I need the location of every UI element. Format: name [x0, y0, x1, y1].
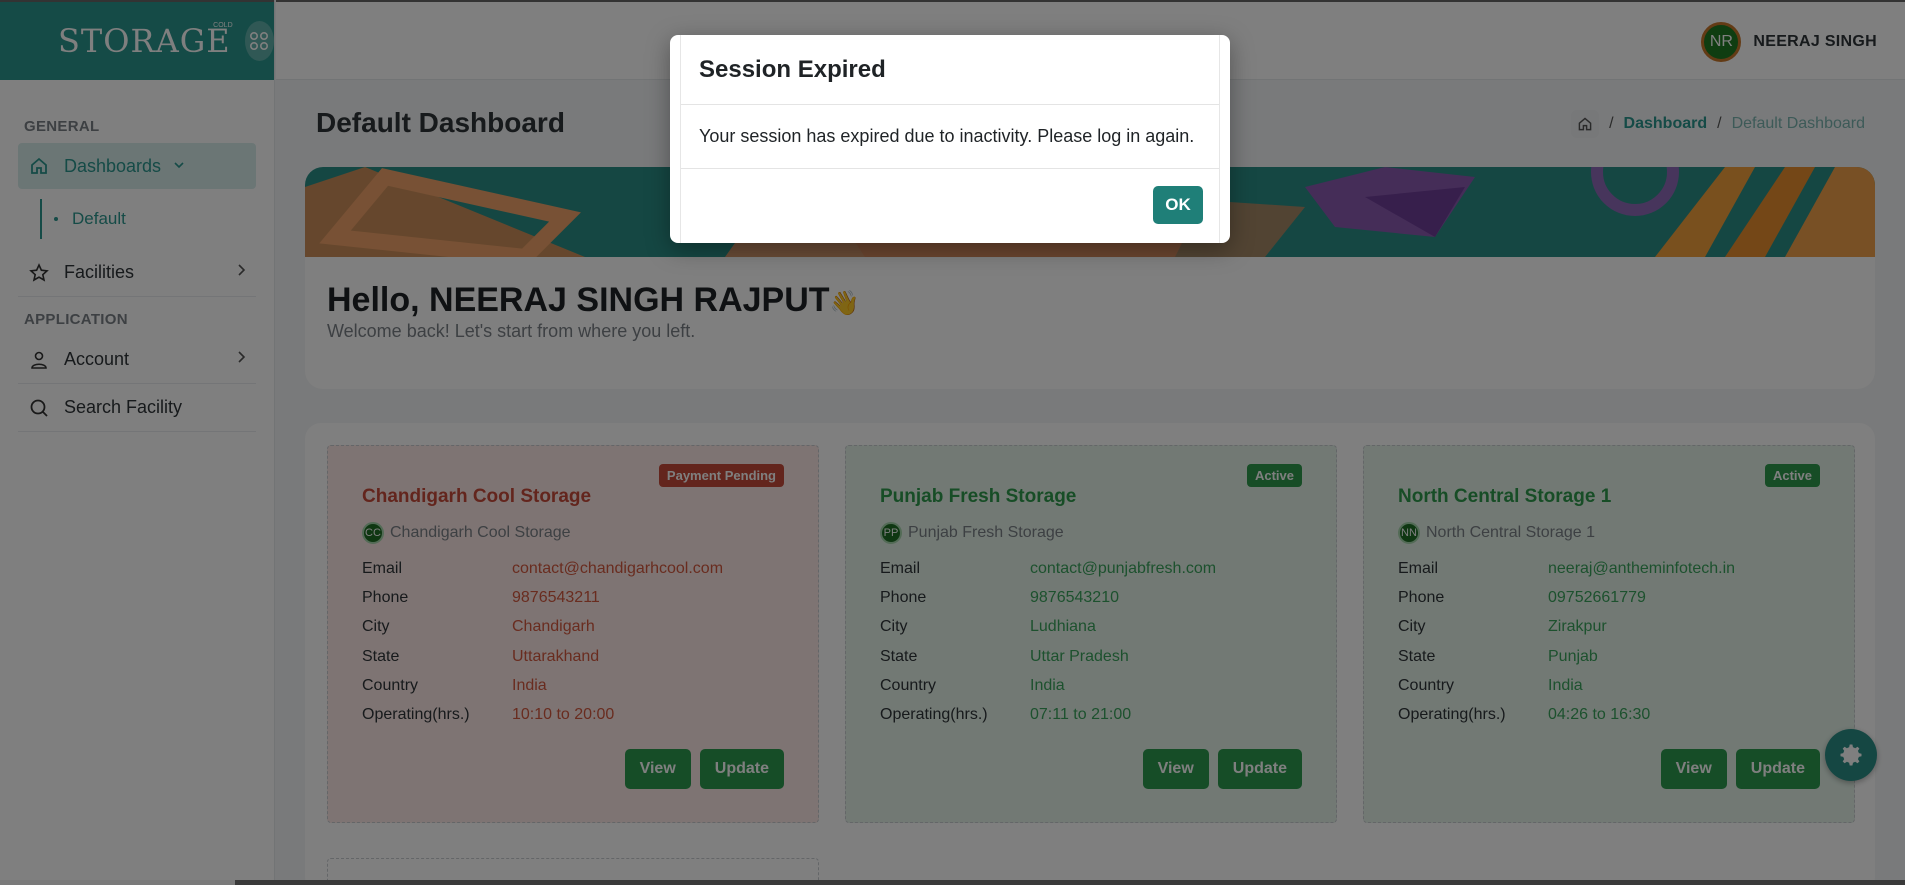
scrollbar-thumb[interactable] — [0, 880, 235, 885]
horizontal-scrollbar[interactable] — [0, 880, 1905, 885]
dialog-footer: OK — [681, 169, 1219, 241]
session-expired-dialog: Session Expired Your session has expired… — [670, 35, 1230, 243]
ok-button[interactable]: OK — [1153, 186, 1203, 224]
dialog-title: Session Expired — [681, 35, 1219, 105]
dialog-content: Session Expired Your session has expired… — [680, 35, 1220, 243]
dialog-message: Your session has expired due to inactivi… — [681, 105, 1219, 169]
